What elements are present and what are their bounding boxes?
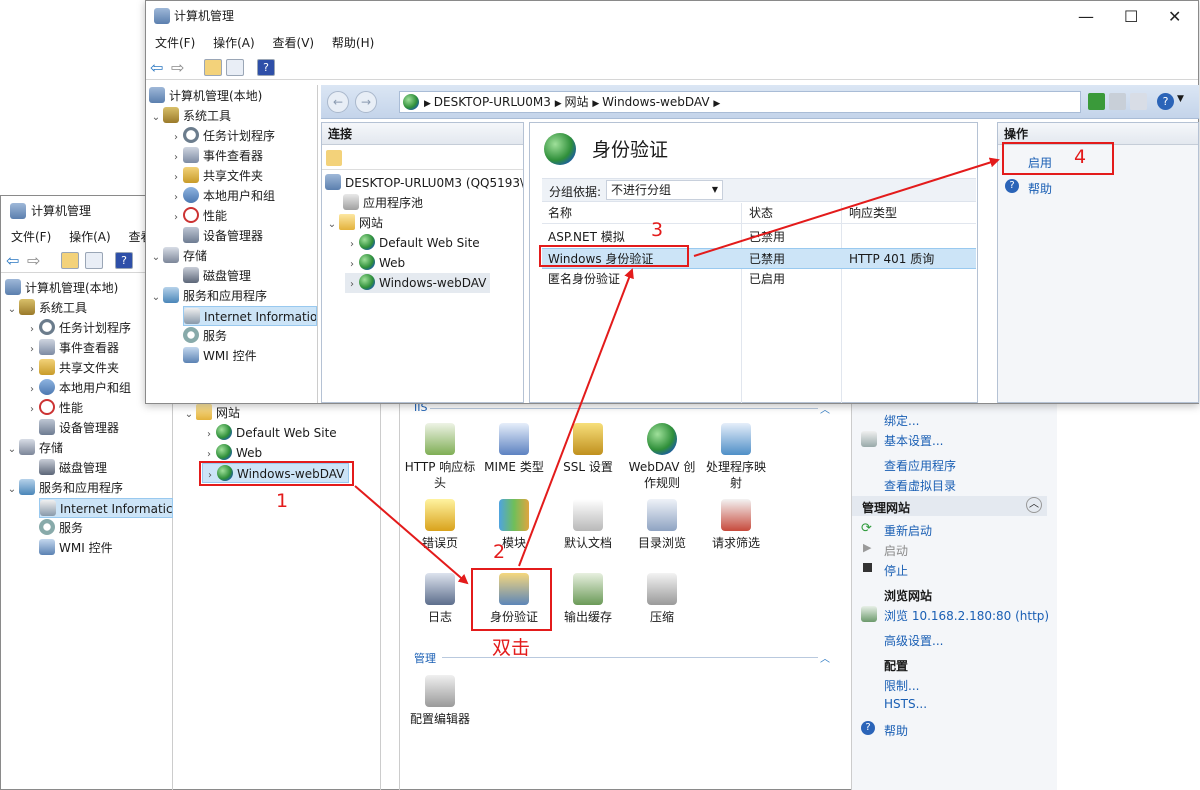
annotation-arrow-1-to-2 bbox=[354, 485, 469, 585]
annotation-arrow-2-to-3 bbox=[518, 268, 634, 567]
annotation-arrows bbox=[354, 157, 1000, 585]
annotation-arrow-3-to-4 bbox=[693, 157, 1000, 257]
